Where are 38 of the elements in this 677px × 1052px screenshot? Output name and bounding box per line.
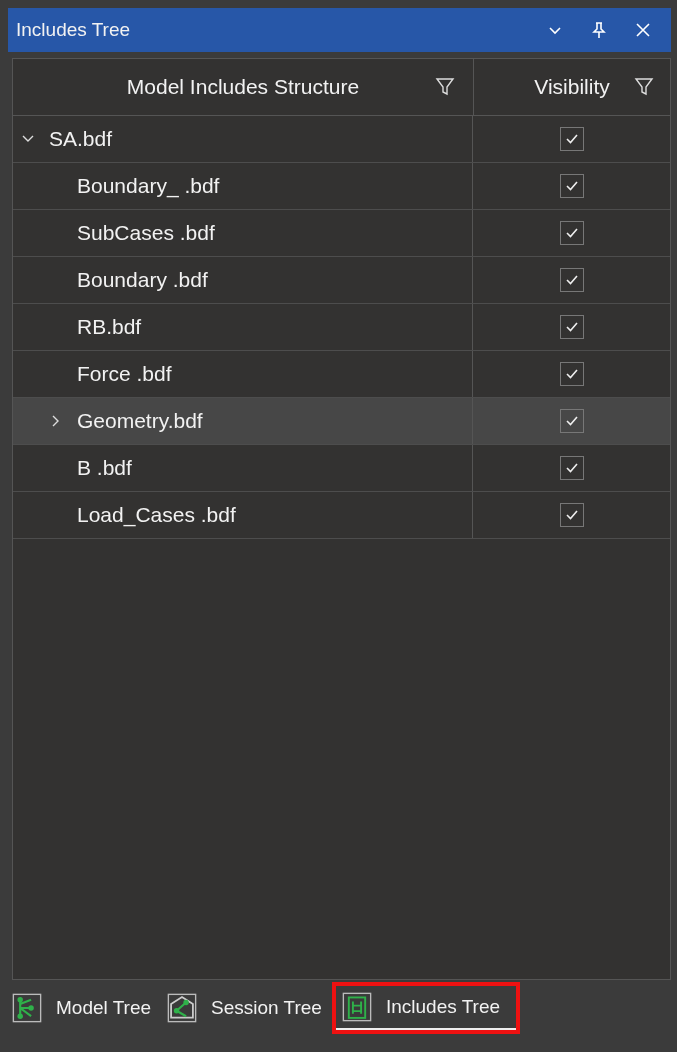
tree-row[interactable]: Boundary_ .bdf [13, 163, 670, 210]
file-name: Boundary_ .bdf [77, 174, 220, 198]
panel-tab[interactable]: Includes Tree [335, 986, 517, 1030]
visibility-checkbox[interactable] [559, 127, 584, 151]
window-title: Includes Tree [16, 19, 132, 41]
file-name: SA.bdf [49, 127, 113, 151]
tree-row[interactable]: Load_Cases .bdf [13, 492, 670, 539]
filter-icon[interactable] [435, 76, 455, 96]
panel-tab[interactable]: Model Tree [10, 986, 160, 1030]
tree-row[interactable]: RB.bdf [13, 304, 670, 351]
tree-row[interactable]: SA.bdf [13, 116, 670, 163]
file-name: Boundary .bdf [77, 268, 208, 292]
filter-icon[interactable] [634, 76, 654, 96]
file-name: RB.bdf [77, 315, 142, 339]
visibility-checkbox[interactable] [559, 409, 584, 433]
panel-tab[interactable]: Session Tree [165, 986, 330, 1030]
visibility-checkbox[interactable] [559, 174, 584, 198]
tree-row[interactable]: B .bdf [13, 445, 670, 492]
visibility-checkbox[interactable] [559, 362, 584, 386]
visibility-checkbox[interactable] [559, 315, 584, 339]
file-name: Force .bdf [77, 362, 172, 386]
column-label: Visibility [534, 75, 610, 99]
close-icon[interactable] [635, 22, 651, 38]
column-label: Model Includes Structure [126, 75, 360, 99]
visibility-checkbox[interactable] [559, 221, 584, 245]
pin-icon[interactable] [591, 21, 607, 39]
tree-row[interactable]: Boundary .bdf [13, 257, 670, 304]
file-name: B .bdf [77, 456, 132, 480]
tree-row[interactable]: Geometry.bdf [13, 398, 670, 445]
visibility-checkbox[interactable] [559, 268, 584, 292]
tree-row[interactable]: SubCases .bdf [13, 210, 670, 257]
visibility-checkbox[interactable] [559, 503, 584, 527]
file-name: Geometry.bdf [77, 409, 203, 433]
column-header[interactable]: Visibility [474, 59, 670, 115]
visibility-checkbox[interactable] [559, 456, 584, 480]
column-header[interactable]: Model Includes Structure [13, 59, 474, 115]
file-name: Load_Cases .bdf [77, 503, 236, 527]
file-name: SubCases .bdf [77, 221, 215, 245]
